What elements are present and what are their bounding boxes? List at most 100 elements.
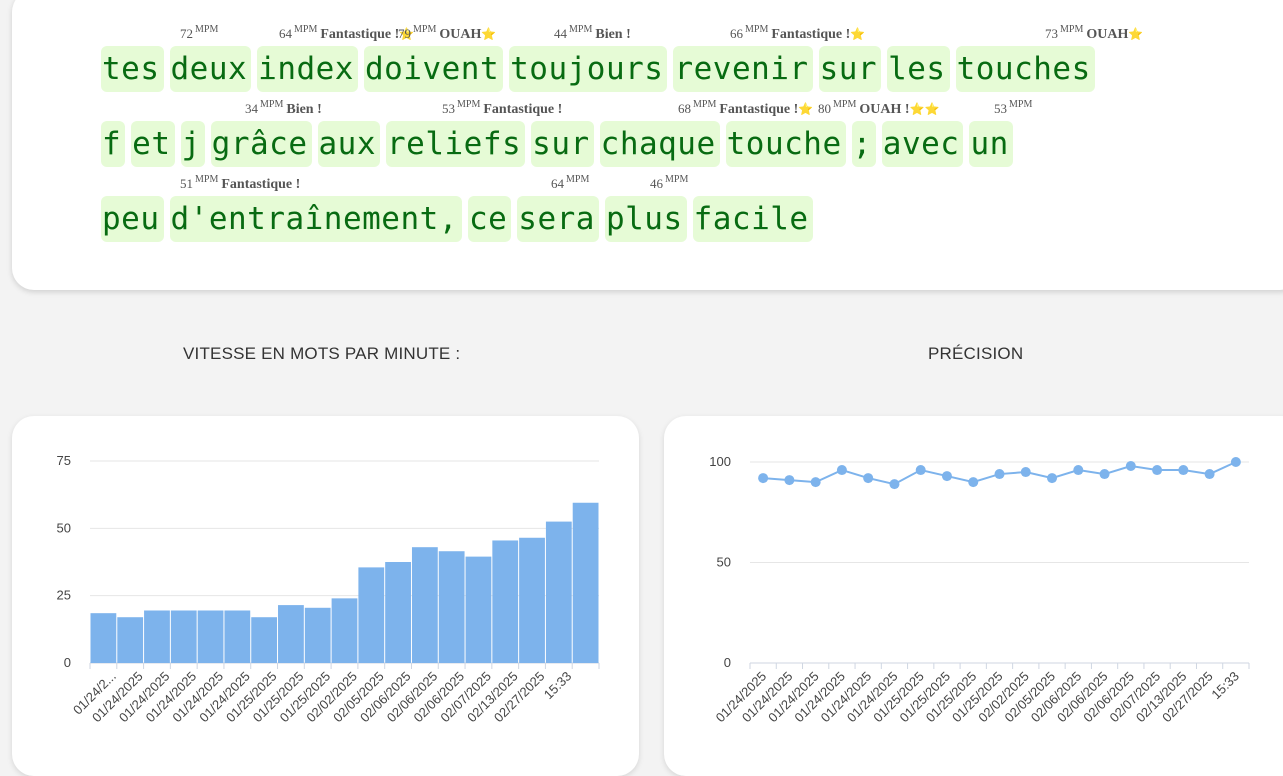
accuracy-section-title: PRÉCISION xyxy=(928,344,1024,363)
speed-unit: MPM xyxy=(195,24,219,35)
bar xyxy=(278,605,304,663)
star-icon: ⭐ xyxy=(1128,27,1144,41)
typed-word: touches xyxy=(955,46,1095,92)
speed-unit: MPM xyxy=(457,99,481,110)
speed-value: 73 xyxy=(1045,26,1058,41)
typed-word: sur xyxy=(531,121,594,167)
star-icon: ⭐ xyxy=(850,27,866,41)
speed-value: 53 xyxy=(442,101,455,116)
speed-rating-label: Fantastique ! xyxy=(320,27,400,42)
data-point xyxy=(810,477,821,488)
y-tick-label: 100 xyxy=(709,454,731,469)
typed-word: ce xyxy=(467,196,512,242)
bar xyxy=(170,610,197,663)
speed-unit: MPM xyxy=(260,99,284,110)
star-icon: ⭐ xyxy=(481,27,497,41)
typed-word: revenir xyxy=(673,46,813,92)
word-speed-annotation: 44 MPM Bien ! xyxy=(554,24,631,43)
bar xyxy=(331,598,358,663)
bar xyxy=(492,540,519,663)
speed-rating-label: Bien ! xyxy=(286,102,322,117)
speed-value: 34 xyxy=(245,101,258,116)
speed-unit: MPM xyxy=(833,99,857,110)
typed-word: plus xyxy=(604,196,687,242)
typed-word: doivent xyxy=(363,46,504,92)
typed-word: sur xyxy=(818,46,882,92)
word-speed-annotation: 64 MPM xyxy=(551,174,589,193)
data-point xyxy=(836,465,847,476)
bar xyxy=(251,617,278,663)
y-tick-label: 0 xyxy=(64,655,71,670)
speed-value: 72 xyxy=(180,26,193,41)
typed-word: reliefs xyxy=(386,121,526,167)
typed-word: touche xyxy=(725,121,846,167)
bar xyxy=(572,502,599,663)
data-point xyxy=(1125,461,1136,472)
star-icon: ⭐⭐ xyxy=(909,102,940,116)
speed-rating-label: OUAH xyxy=(439,27,482,42)
speed-rating-label: OUAH ! xyxy=(859,102,910,117)
typed-word: facile xyxy=(692,196,813,242)
typed-word: chaque xyxy=(599,121,720,167)
speed-unit: MPM xyxy=(294,24,318,35)
word-speed-annotation: 51 MPM Fantastique ! xyxy=(180,174,300,193)
bar xyxy=(197,610,224,663)
star-icon: ⭐ xyxy=(798,102,814,116)
speed-unit: MPM xyxy=(693,99,717,110)
word-speed-annotation: 46 MPM xyxy=(650,174,688,193)
y-tick-label: 0 xyxy=(724,655,731,670)
word-speed-annotation: 79 MPM OUAH⭐ xyxy=(398,24,496,43)
typed-word: un xyxy=(969,121,1013,167)
typed-word: avec xyxy=(881,121,964,167)
speed-rating-label: OUAH xyxy=(1086,27,1129,42)
word-speed-annotation: 34 MPM Bien ! xyxy=(245,99,322,118)
typed-word: j xyxy=(180,121,205,167)
speed-rating-label: Fantastique ! xyxy=(483,102,563,117)
speed-value: 80 xyxy=(818,101,831,116)
data-point xyxy=(1020,467,1031,478)
speed-unit: MPM xyxy=(1060,24,1084,35)
data-point xyxy=(994,469,1005,480)
data-point xyxy=(1047,473,1058,484)
speed-value: 53 xyxy=(994,101,1007,116)
speed-rating-label: Fantastique ! xyxy=(771,27,851,42)
data-point xyxy=(1073,465,1084,476)
typed-word: aux xyxy=(317,121,380,167)
typing-line: f et j grâce aux reliefs sur chaque touche; avec u… xyxy=(101,121,1013,167)
speed-rating-label: Fantastique ! xyxy=(719,102,799,117)
speed-value: 66 xyxy=(730,26,743,41)
x-tick-label: 15:33 xyxy=(541,669,575,703)
bar xyxy=(304,607,331,663)
speed-chart-card: 0 25 50 75 01/24/2... 01/24/2025 01/24/2025 01/… xyxy=(12,416,639,776)
typed-word: et xyxy=(131,121,175,167)
x-tick-label: 15:33 xyxy=(1208,669,1242,703)
y-tick-label: 50 xyxy=(57,520,71,535)
bar xyxy=(358,567,385,663)
data-point xyxy=(1230,457,1241,467)
typed-word: tes xyxy=(101,46,164,92)
bar xyxy=(519,537,545,663)
speed-value: 68 xyxy=(678,101,691,116)
speed-section-title: VITESSE EN MOTS PAR MINUTE : xyxy=(183,344,461,363)
y-tick-label: 25 xyxy=(57,588,71,603)
data-point xyxy=(1178,465,1189,476)
typing-line: peu d'entraînement, ce sera plus facile xyxy=(101,196,813,242)
typing-line: tes deux index doivent toujours revenir sur les… xyxy=(101,46,1095,92)
data-point xyxy=(915,465,926,476)
data-point xyxy=(1204,469,1215,480)
typed-word: les xyxy=(887,46,950,92)
typed-word: d'entraînement, xyxy=(169,196,462,242)
data-point xyxy=(863,473,874,484)
speed-value: 64 xyxy=(279,26,292,41)
bar xyxy=(438,551,465,663)
word-speed-annotation: 64 MPM Fantastique !⭐ xyxy=(279,24,414,43)
word-speed-annotation: 68 MPM Fantastique !⭐ xyxy=(678,99,813,118)
speed-value: 64 xyxy=(551,176,564,191)
data-point xyxy=(758,473,769,484)
speed-unit: MPM xyxy=(665,174,689,185)
speed-unit: MPM xyxy=(745,24,769,35)
word-speed-annotation: 53 MPM Fantastique ! xyxy=(442,99,562,118)
word-speed-annotation: 72 MPM xyxy=(180,24,218,43)
word-speed-annotation: 80 MPM OUAH !⭐⭐ xyxy=(818,99,939,118)
speed-bar-chart: 025507501/24/2...01/24/202501/24/202501/… xyxy=(57,453,600,725)
